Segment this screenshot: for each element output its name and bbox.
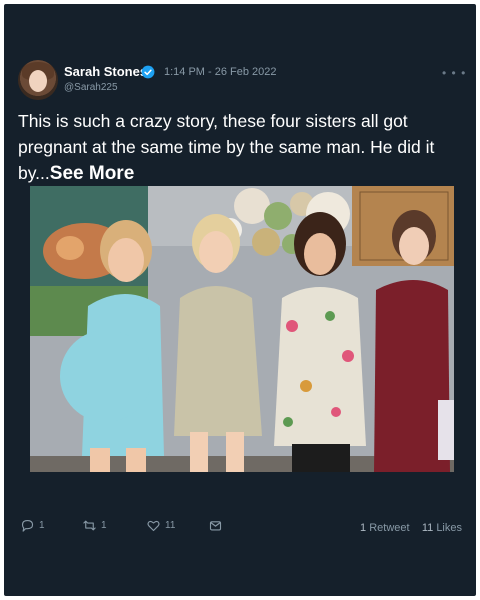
tweet-stats: 1 Retweet 11 Likes xyxy=(360,522,462,534)
avatar[interactable] xyxy=(18,60,58,100)
share-button[interactable] xyxy=(208,518,223,533)
tweet-timestamp[interactable]: 1:14 PM - 26 Feb 2022 xyxy=(164,66,277,78)
retweet-count: 1 xyxy=(101,520,107,531)
more-icon[interactable]: • • • xyxy=(442,66,466,80)
reply-count: 1 xyxy=(39,520,45,531)
avatar-face xyxy=(29,70,47,92)
tweet-photo[interactable] xyxy=(30,186,454,472)
tweet-card: Sarah Stones 1:14 PM - 26 Feb 2022 @Sara… xyxy=(4,4,476,596)
retweets-label[interactable]: Retweet xyxy=(369,522,409,534)
likes-number: 11 xyxy=(421,522,434,534)
like-button[interactable]: 11 xyxy=(146,518,175,533)
verified-badge-icon xyxy=(141,65,155,79)
retweet-button[interactable]: 1 xyxy=(82,518,107,533)
like-count: 11 xyxy=(165,520,176,531)
retweets-number: 1 xyxy=(360,522,367,534)
reply-icon xyxy=(21,519,34,532)
see-more-link[interactable]: See More xyxy=(50,163,134,184)
share-icon xyxy=(209,521,222,531)
photo-illustration xyxy=(30,186,454,472)
retweet-icon xyxy=(83,520,96,531)
tweet-text: This is such a crazy story, these four s… xyxy=(18,108,470,187)
like-icon xyxy=(147,520,160,532)
likes-label[interactable]: Likes xyxy=(436,522,462,534)
author-handle[interactable]: @Sarah225 xyxy=(64,82,118,93)
author-name[interactable]: Sarah Stones xyxy=(64,64,147,79)
reply-button[interactable]: 1 xyxy=(20,518,45,533)
